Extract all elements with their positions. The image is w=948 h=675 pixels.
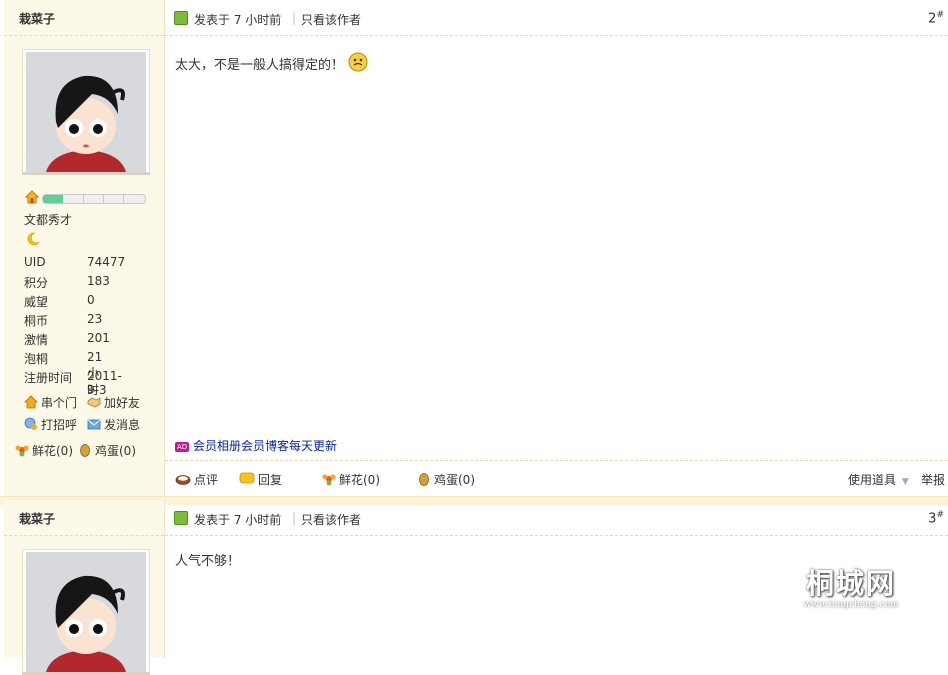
flower-button[interactable]: 鲜花(0) xyxy=(322,471,380,488)
author-sidebar: 栽菜子 xyxy=(4,500,165,675)
only-author-link[interactable]: 只看该作者 xyxy=(301,11,361,28)
home-icon xyxy=(24,395,38,409)
add-friend-link[interactable]: 加好友 xyxy=(87,394,140,411)
author-online-icon xyxy=(174,11,188,25)
flower-icon xyxy=(322,472,336,486)
chevron-down-icon: ▼ xyxy=(901,477,909,487)
greet-link[interactable]: 打招呼 xyxy=(24,416,77,433)
avatar[interactable] xyxy=(22,549,150,675)
post-footer: 点评 回复 鲜花(0) 鸡蛋(0) 使用道具 ▼ 举报 xyxy=(165,460,948,497)
post-floor-2: 栽菜子 文都秀才 UID 74477 积分 183 威望 0 桐币 23 激情 … xyxy=(0,0,948,498)
separator: | xyxy=(292,11,297,25)
egg-button[interactable]: 鸡蛋(0) xyxy=(417,471,475,488)
author-name[interactable]: 栽菜子 xyxy=(4,0,164,36)
floor-number[interactable]: 3# xyxy=(928,510,944,526)
avatar[interactable] xyxy=(22,49,150,175)
author-online-icon xyxy=(174,511,188,525)
author-name[interactable]: 栽菜子 xyxy=(4,500,164,536)
flower-icon xyxy=(15,443,29,457)
reply-bubble-icon xyxy=(239,472,255,486)
posted-time: 发表于 7 小时前 xyxy=(194,513,282,527)
send-message-link[interactable]: 发消息 xyxy=(87,416,140,433)
report-link[interactable]: 举报 xyxy=(921,471,945,488)
watermark-title: 桐城网 xyxy=(805,567,896,600)
level-progress-bar xyxy=(42,194,146,204)
coffee-icon xyxy=(175,472,191,486)
sidebar-flower-link[interactable]: 鲜花(0) xyxy=(15,442,73,459)
floor-number[interactable]: 2# xyxy=(928,10,944,26)
posted-time: 发表于 7 小时前 xyxy=(194,13,282,27)
watermark-url: www.tongcheng.com xyxy=(803,600,899,610)
post-content: 人气不够！ xyxy=(175,554,241,569)
egg-icon xyxy=(417,472,431,486)
handshake-icon xyxy=(87,395,101,409)
author-sidebar: 栽菜子 文都秀才 UID 74477 积分 183 威望 0 桐币 23 激情 … xyxy=(4,0,165,498)
only-author-link[interactable]: 只看该作者 xyxy=(301,511,361,528)
sidebar-egg-link[interactable]: 鸡蛋(0) xyxy=(78,442,136,459)
moon-icon xyxy=(26,232,40,249)
ad-link[interactable]: AD 会员相册会员博客每天更新 xyxy=(175,437,337,454)
rank-house-icon xyxy=(24,190,40,204)
avatar-image xyxy=(26,52,146,172)
egg-icon xyxy=(78,443,92,457)
greet-icon xyxy=(24,417,38,431)
smiley-emoticon-icon xyxy=(348,52,368,72)
use-tool-dropdown[interactable]: 使用道具 ▼ xyxy=(848,471,909,488)
site-watermark: 桐城网 www.tongcheng.com xyxy=(786,562,916,610)
reply-button[interactable]: 回复 xyxy=(239,471,282,488)
separator: | xyxy=(292,511,297,525)
post-header: 发表于 7 小时前 | 只看该作者 3# xyxy=(165,500,948,536)
comment-button[interactable]: 点评 xyxy=(175,471,218,488)
post-content: 太大，不是一般人搞得定的！ xyxy=(175,52,368,73)
ad-badge: AD xyxy=(175,442,190,452)
post-header: 发表于 7 小时前 | 只看该作者 2# xyxy=(165,0,948,36)
envelope-icon xyxy=(87,417,101,431)
avatar-image xyxy=(26,552,146,672)
visit-space-link[interactable]: 串个门 xyxy=(24,394,77,411)
rank-title: 文都秀才 xyxy=(24,213,73,227)
post-main: 发表于 7 小时前 | 只看该作者 2# 太大，不是一般人搞得定的！ AD 会员… xyxy=(165,0,948,498)
